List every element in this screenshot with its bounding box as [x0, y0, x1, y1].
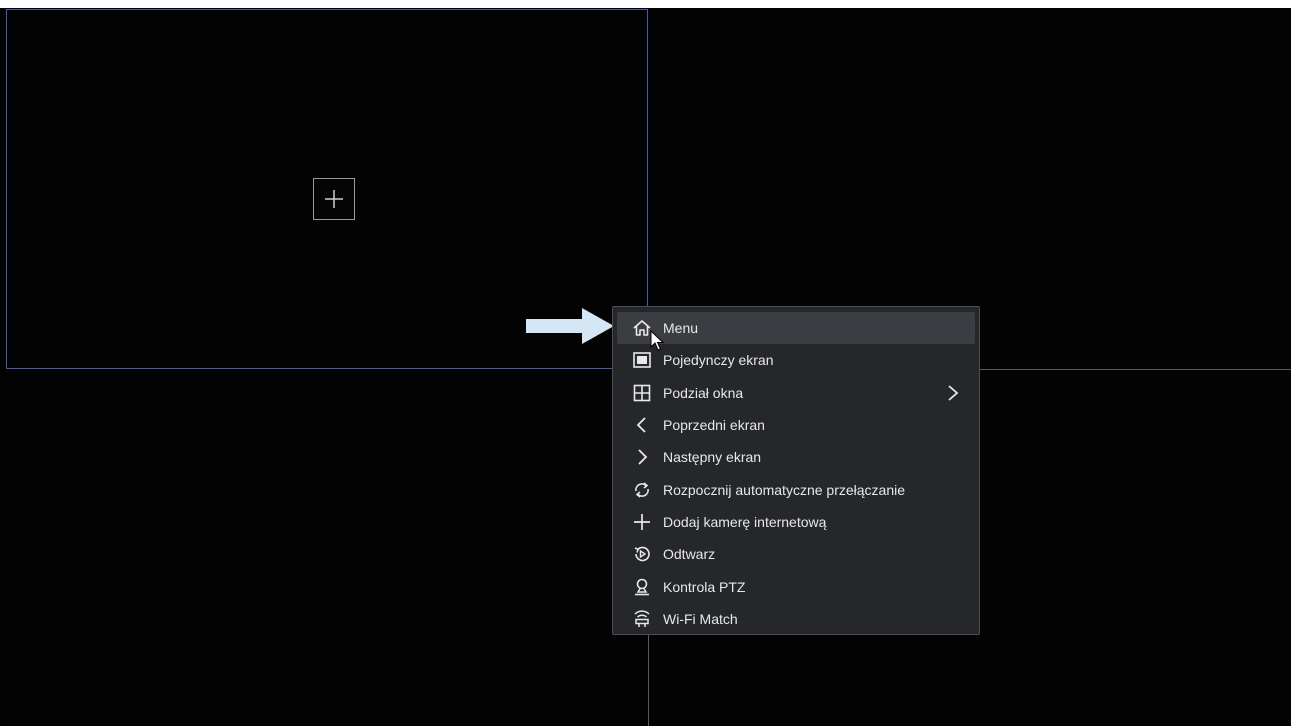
menu-item-wifi-match[interactable]: Wi-Fi Match [617, 603, 975, 635]
single-screen-icon [631, 349, 653, 371]
menu-item-menu[interactable]: Menu [617, 312, 975, 345]
menu-item-label: Rozpocznij automatyczne przełączanie [663, 481, 906, 498]
menu-item-label: Odtwarz [663, 546, 716, 563]
menu-item-single-screen[interactable]: Pojedynczy ekran [617, 344, 975, 376]
menu-item-label: Poprzedni ekran [663, 417, 765, 434]
top-strip [0, 0, 1291, 8]
menu-item-label: Pojedynczy ekran [663, 352, 774, 369]
annotation-arrow-icon [526, 308, 614, 344]
chevron-left-icon [631, 414, 653, 436]
mouse-cursor-icon [650, 330, 665, 351]
menu-item-previous-screen[interactable]: Poprzedni ekran [617, 409, 975, 441]
ptz-icon [631, 576, 653, 598]
menu-item-split-window[interactable]: Podział okna [617, 377, 975, 409]
menu-item-playback[interactable]: Odtwarz [617, 538, 975, 570]
menu-item-auto-switch[interactable]: Rozpocznij automatyczne przełączanie [617, 473, 975, 505]
menu-item-add-webcam[interactable]: Dodaj kamerę internetową [617, 506, 975, 538]
menu-item-label: Kontrola PTZ [663, 578, 746, 595]
cycle-icon [631, 479, 653, 501]
video-pane-3[interactable] [6, 370, 648, 726]
context-menu: Menu Pojedynczy ekran Podział okna Poprz… [612, 306, 980, 635]
menu-item-ptz-control[interactable]: Kontrola PTZ [617, 570, 975, 602]
wifi-match-icon [631, 608, 653, 630]
add-camera-button[interactable] [313, 178, 355, 220]
menu-item-label: Dodaj kamerę internetową [663, 513, 827, 530]
plus-icon [631, 511, 653, 533]
chevron-right-icon [948, 384, 959, 401]
menu-item-label: Podział okna [663, 384, 744, 401]
menu-item-label: Wi-Fi Match [663, 610, 738, 627]
plus-icon [325, 190, 343, 208]
live-view-screen: Menu Pojedynczy ekran Podział okna Poprz… [0, 0, 1291, 726]
chevron-right-icon [631, 446, 653, 468]
menu-item-next-screen[interactable]: Następny ekran [617, 441, 975, 473]
menu-item-label: Menu [663, 320, 699, 337]
split-window-icon [631, 382, 653, 404]
menu-item-label: Następny ekran [663, 449, 762, 466]
playback-icon [631, 543, 653, 565]
